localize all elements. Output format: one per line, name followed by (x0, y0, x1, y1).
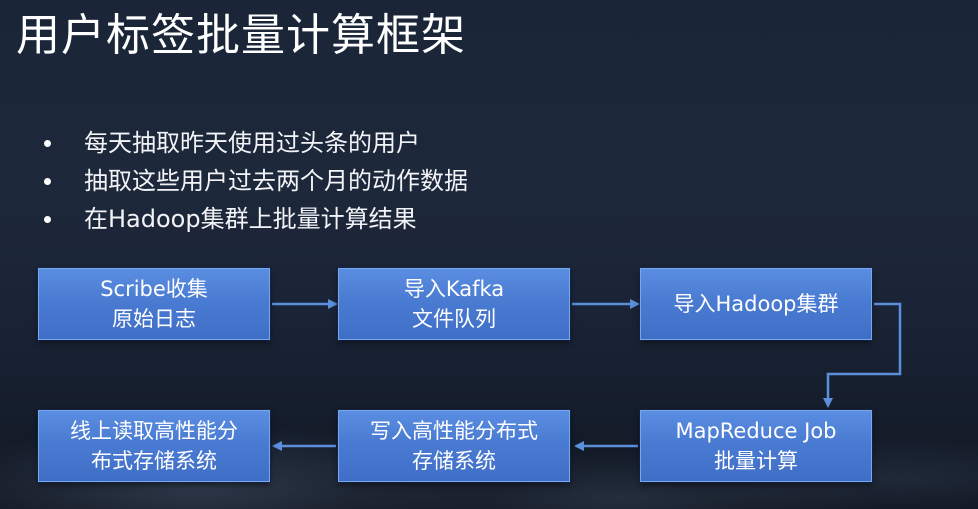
bullet-item: 在Hadoop集群上批量计算结果 (40, 200, 468, 238)
node-line: 线上读取高性能分 (70, 419, 238, 443)
node-line: 文件队列 (412, 307, 496, 331)
bullet-text: 每天抽取昨天使用过头条的用户 (84, 129, 420, 157)
node-line: 存储系统 (412, 449, 496, 473)
bullet-item: 每天抽取昨天使用过头条的用户 (40, 124, 468, 162)
flow-node-write-storage: 写入高性能分布式 存储系统 (338, 410, 570, 482)
slide-title: 用户标签批量计算框架 (16, 10, 466, 61)
flow-node-mapreduce-job: MapReduce Job 批量计算 (640, 410, 872, 482)
bullet-dot-icon (44, 140, 51, 147)
node-line: MapReduce Job (675, 419, 837, 443)
flow-node-hadoop-import: 导入Hadoop集群 (640, 268, 872, 340)
bullet-dot-icon (44, 178, 51, 185)
node-line: 写入高性能分布式 (370, 419, 538, 443)
flow-node-scribe-collect: Scribe收集 原始日志 (38, 268, 270, 340)
node-line: 导入Hadoop集群 (673, 292, 839, 316)
node-line: 原始日志 (112, 307, 196, 331)
node-line: Scribe收集 (100, 277, 208, 301)
node-line: 导入Kafka (403, 277, 505, 301)
bullet-list: 每天抽取昨天使用过头条的用户 抽取这些用户过去两个月的动作数据 在Hadoop集… (40, 124, 468, 238)
bullet-dot-icon (44, 216, 51, 223)
bullet-text: 抽取这些用户过去两个月的动作数据 (84, 167, 468, 195)
node-line: 布式存储系统 (91, 449, 217, 473)
node-line: 批量计算 (714, 449, 798, 473)
bullet-item: 抽取这些用户过去两个月的动作数据 (40, 162, 468, 200)
flow-node-kafka-import: 导入Kafka 文件队列 (338, 268, 570, 340)
flow-node-online-read: 线上读取高性能分 布式存储系统 (38, 410, 270, 482)
bullet-text: 在Hadoop集群上批量计算结果 (84, 205, 417, 233)
